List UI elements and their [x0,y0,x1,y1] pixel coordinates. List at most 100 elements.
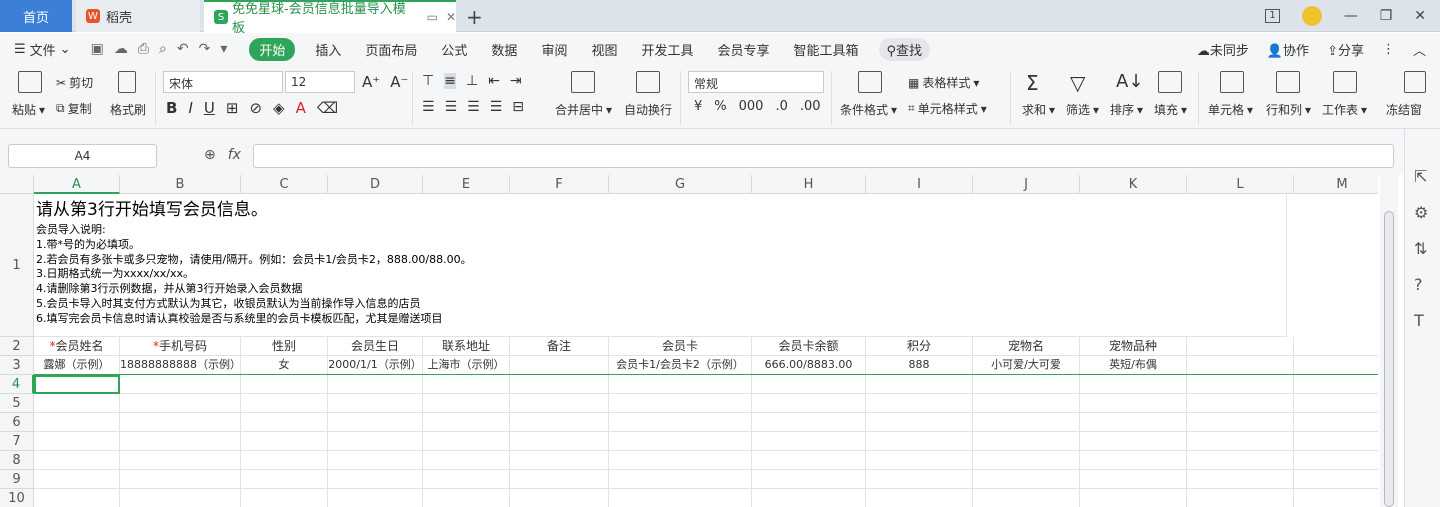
empty-cell[interactable] [120,413,241,432]
share-button[interactable]: ⇪分享 [1327,40,1364,59]
empty-cell[interactable] [120,451,241,470]
empty-cell[interactable] [120,394,241,413]
empty-cell[interactable] [866,432,973,451]
tab-developer[interactable]: 开发工具 [641,40,693,59]
wrap-text-button[interactable]: 自动换行 [624,101,672,118]
tab-active-document[interactable]: S 免免星球-会员信息批量导入模板 ▭ ✕ [204,0,456,36]
example-cell[interactable]: 女 [241,356,328,375]
empty-cell[interactable] [34,432,120,451]
row-header[interactable]: 1 [0,194,34,337]
example-cell[interactable]: 露娜（示例） [34,356,120,375]
clear-format-icon[interactable]: ⌫ [317,99,338,117]
empty-cell[interactable] [241,489,328,507]
row-header[interactable]: 7 [0,432,34,451]
empty-cell[interactable] [609,375,752,394]
collapse-ribbon-icon[interactable]: ︿ [1413,40,1426,59]
paste-button[interactable]: 粘贴 ▾ [12,101,45,118]
print-icon[interactable]: ⎙ [138,41,149,57]
empty-cell[interactable] [866,489,973,507]
align-middle-icon[interactable]: ≡ [444,73,456,89]
worksheet-icon[interactable] [1333,71,1357,93]
header-cell[interactable]: 会员生日 [328,337,423,356]
tab-page-layout[interactable]: 页面布局 [365,40,417,59]
strike-icon[interactable]: ⊘ [249,99,262,117]
header-cell[interactable]: 会员卡 [609,337,752,356]
empty-cell[interactable] [34,489,120,507]
copy-button[interactable]: ⧉ 复制 [56,100,92,117]
tab-insert[interactable]: 插入 [315,40,341,59]
tab-start[interactable]: 开始 [249,37,296,61]
name-box[interactable]: A4 [8,144,157,168]
empty-cell[interactable] [510,451,609,470]
empty-cell[interactable] [1080,489,1187,507]
currency-icon[interactable]: ¥ [694,99,702,114]
tab-view[interactable]: 视图 [591,40,617,59]
empty-cell[interactable] [1294,375,1378,394]
empty-cell[interactable] [241,432,328,451]
align-top-icon[interactable]: ⊤ [422,73,434,89]
example-cell[interactable]: 小可爱/大可爱 [973,356,1080,375]
empty-cell[interactable] [866,451,973,470]
empty-cell[interactable] [1080,375,1187,394]
empty-cell[interactable] [1187,356,1294,375]
empty-cell[interactable] [1294,470,1378,489]
empty-cell[interactable] [1187,470,1294,489]
fill-icon[interactable] [1158,71,1182,93]
header-cell[interactable]: *会员姓名 [34,337,120,356]
spreadsheet-grid[interactable]: 请从第3行开始填写会员信息。 会员导入说明: 1.带*号的为必填项。 2.若会员… [0,175,1378,507]
example-cell[interactable] [510,356,609,375]
percent-icon[interactable]: % [714,99,726,114]
header-cell[interactable]: 备注 [510,337,609,356]
empty-cell[interactable] [120,470,241,489]
sum-icon[interactable]: Σ [1026,71,1039,95]
empty-cell[interactable] [752,375,866,394]
header-cell[interactable]: 会员卡余额 [752,337,866,356]
empty-cell[interactable] [752,451,866,470]
column-header[interactable]: E [423,175,510,194]
underline-icon[interactable]: U [204,99,215,117]
freeze-icon[interactable] [1404,71,1426,93]
tab-data[interactable]: 数据 [491,40,517,59]
column-header[interactable]: K [1080,175,1187,194]
new-tab-button[interactable]: + [466,5,483,29]
minimize-icon[interactable]: — [1344,8,1358,24]
thousands-icon[interactable]: 000 [739,99,764,114]
empty-cell[interactable] [1080,451,1187,470]
empty-cell[interactable] [1294,432,1378,451]
filter-button[interactable]: 筛选 ▾ [1066,101,1099,118]
fx-icon[interactable]: fx [228,147,241,163]
empty-cell[interactable] [328,489,423,507]
sum-button[interactable]: 求和 ▾ [1022,101,1055,118]
font-size-select[interactable]: 12 [285,71,355,93]
collab-button[interactable]: 👤协作 [1267,40,1309,59]
wrap-text-icon[interactable] [636,71,660,93]
empty-cell[interactable] [1080,432,1187,451]
more-vertical-icon[interactable]: ⋮ [1382,42,1395,57]
window-count-badge[interactable]: 1 [1265,9,1280,23]
indent-increase-icon[interactable]: ⇥ [510,73,522,89]
row-header[interactable]: 2 [0,337,34,356]
font-color-icon[interactable]: A [296,99,306,117]
empty-cell[interactable] [34,413,120,432]
empty-cell[interactable] [1187,489,1294,507]
empty-cell[interactable] [241,375,328,394]
empty-cell[interactable] [752,489,866,507]
row-col-icon[interactable] [1276,71,1300,93]
close-window-icon[interactable]: ✕ [1414,8,1426,24]
font-shrink-icon[interactable]: A⁻ [390,73,408,91]
empty-cell[interactable] [328,432,423,451]
empty-cell[interactable] [973,413,1080,432]
example-cell[interactable]: 666.00/8883.00 [752,356,866,375]
merge-center-button[interactable]: 合并居中 ▾ [555,101,612,118]
column-header[interactable]: J [973,175,1080,194]
close-icon[interactable]: ✕ [446,10,456,24]
empty-cell[interactable] [423,432,510,451]
row-header[interactable]: 5 [0,394,34,413]
empty-cell[interactable] [423,375,510,394]
empty-cell[interactable] [423,394,510,413]
empty-cell[interactable] [1294,356,1378,375]
empty-cell[interactable] [120,489,241,507]
sort-icon[interactable]: A↓ [1116,71,1143,92]
row-header[interactable]: 8 [0,451,34,470]
row-header[interactable]: 6 [0,413,34,432]
